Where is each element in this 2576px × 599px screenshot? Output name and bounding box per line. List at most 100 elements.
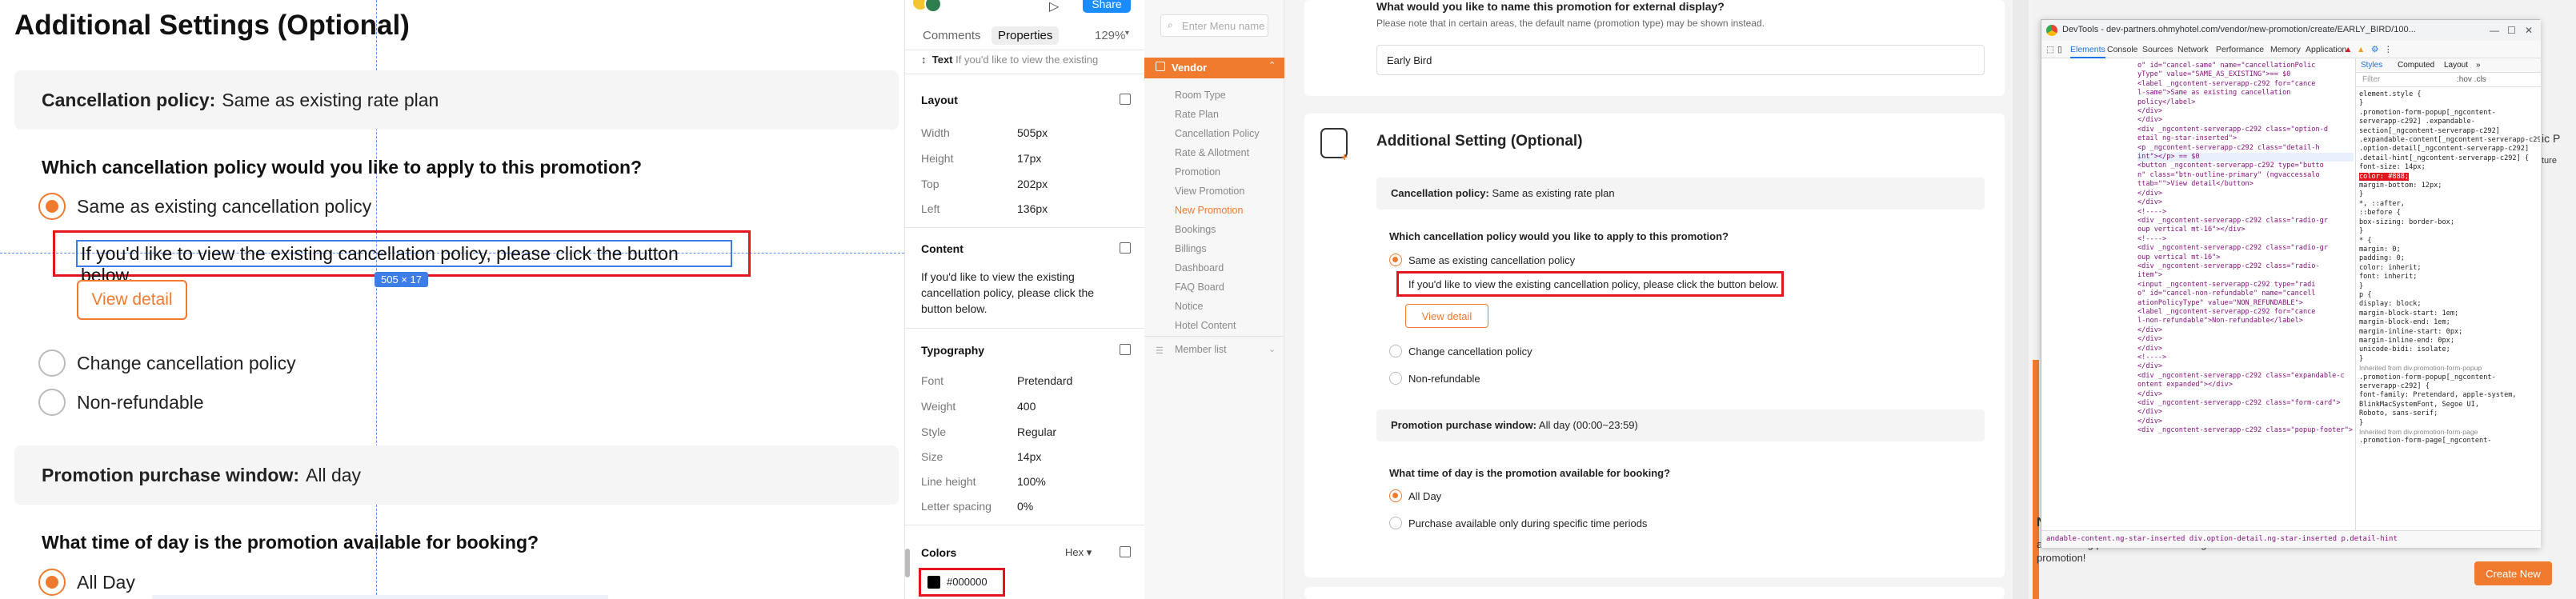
sidebar-item-vendor[interactable]: Vendor — [1144, 58, 1284, 78]
tab-computed[interactable]: Computed — [2398, 61, 2434, 70]
settings-icon[interactable]: ⚙ — [2371, 45, 2378, 54]
create-new-button[interactable]: Create New — [2474, 561, 2552, 585]
dom-line[interactable]: l-non-refundable">Non-refundable</label> — [2137, 317, 2354, 325]
dom-line[interactable]: <div _ngcontent-serverapp-c292 class="po… — [2137, 426, 2354, 435]
sidebar-item[interactable]: Rate Plan — [1175, 109, 1219, 120]
dom-line[interactable]: <p _ngcontent-serverapp-c292 class="deta… — [2137, 144, 2354, 153]
tab-sources[interactable]: Sources — [2142, 45, 2173, 54]
color-format-select[interactable]: Hex ▾ — [1065, 546, 1092, 559]
dom-line[interactable]: <div _ngcontent-serverapp-c292 class="fo… — [2137, 399, 2354, 408]
dom-line[interactable]: <!----> — [2137, 353, 2354, 362]
dom-line[interactable]: </div> — [2137, 408, 2354, 417]
sidebar-item[interactable]: Billings — [1175, 243, 1207, 254]
tab-elements[interactable]: Elements — [2070, 45, 2105, 58]
sidebar-item[interactable]: Dashboard — [1175, 262, 1224, 274]
tab-performance[interactable]: Performance — [2216, 45, 2264, 54]
tab-console[interactable]: Console — [2107, 45, 2138, 54]
maximize-icon[interactable]: ☐ — [2507, 25, 2516, 36]
design-canvas[interactable]: Additional Settings (Optional) Cancellat… — [0, 0, 904, 599]
view-detail-button[interactable]: View detail — [1405, 304, 1488, 328]
view-detail-button[interactable]: View detail — [77, 280, 187, 320]
radio-non-refundable[interactable] — [1389, 372, 1402, 385]
dom-line[interactable]: oup vertical mt-16"> — [2137, 254, 2354, 262]
radio-same-policy[interactable] — [38, 193, 66, 220]
dom-line[interactable]: </div> — [2137, 198, 2354, 207]
dom-line[interactable]: </div> — [2137, 326, 2354, 335]
layer-row[interactable]: ↕ Text If you'd like to view the existin… — [921, 54, 1098, 66]
dom-line[interactable]: <div _ngcontent-serverapp-c292 class="ra… — [2137, 244, 2354, 253]
tab-comments[interactable]: Comments — [923, 29, 981, 42]
tab-application[interactable]: Application — [2306, 45, 2346, 54]
play-icon[interactable]: ▷ — [1049, 0, 1059, 14]
dom-line[interactable]: <button _ngcontent-serverapp-c292 type="… — [2137, 162, 2354, 170]
dom-line[interactable]: <div _ngcontent-serverapp-c292 class="ra… — [2137, 217, 2354, 226]
dom-line[interactable]: policy</label> — [2137, 98, 2354, 107]
color-swatch[interactable] — [927, 576, 940, 589]
copy-icon[interactable] — [1120, 344, 1131, 355]
radio-specific-time[interactable] — [1389, 517, 1402, 529]
dom-line[interactable]: item"> — [2137, 271, 2354, 280]
scrollbar[interactable] — [2013, 0, 2029, 599]
dom-line[interactable]: ttab="">View detail</button> — [2137, 180, 2354, 189]
chevron-up-icon[interactable]: ⌃ — [1268, 60, 1276, 70]
radio-same-policy[interactable] — [1389, 254, 1402, 266]
sidebar-item-active[interactable]: New Promotion — [1175, 205, 1243, 216]
dom-line[interactable]: <label _ngcontent-serverapp-c292 for="ca… — [2137, 308, 2354, 317]
dom-line[interactable]: <!----> — [2137, 208, 2354, 217]
share-button[interactable]: Share — [1083, 0, 1131, 13]
radio-all-day[interactable] — [38, 569, 66, 596]
promotion-name-field[interactable]: Early Bird — [1376, 45, 1985, 75]
sidebar-item[interactable]: Hotel Content — [1175, 320, 1236, 331]
copy-icon[interactable] — [1120, 546, 1131, 557]
dom-line[interactable]: o" id="cancel-non-refundable" name="canc… — [2137, 290, 2354, 298]
dom-line[interactable]: </div> — [2137, 190, 2354, 198]
error-icon[interactable]: ▲ — [2344, 45, 2352, 54]
tab-styles[interactable]: Styles — [2361, 61, 2382, 70]
dom-line[interactable]: n" class="btn-outline-primary" (ngvacces… — [2137, 171, 2354, 180]
sidebar-item[interactable]: View Promotion — [1175, 186, 1244, 197]
styles-filter-input[interactable]: Filter :hov .cls — [2356, 73, 2541, 87]
dom-line[interactable]: <div _ngcontent-serverapp-c292 class="ex… — [2137, 372, 2354, 381]
search-input[interactable]: Enter Menu name — [1160, 14, 1268, 37]
chevron-down-icon[interactable]: ⌄ — [1268, 344, 1276, 354]
dom-line[interactable]: oup vertical mt-16"></div> — [2137, 226, 2354, 234]
dom-line[interactable]: </div> — [2137, 335, 2354, 344]
elements-tree[interactable]: o" id="cancel-same" name="cancellationPo… — [2041, 58, 2354, 530]
dom-line[interactable]: <div _ngcontent-serverapp-c292 class="ra… — [2137, 262, 2354, 271]
dom-line[interactable]: l-same">Same as existing cancellation — [2137, 89, 2354, 98]
styles-rules[interactable]: element.style {} .promotion-form-popup[_n… — [2359, 90, 2540, 446]
dom-line[interactable]: </div> — [2137, 362, 2354, 371]
sidebar-item[interactable]: Promotion — [1175, 166, 1220, 178]
tab-layout[interactable]: Layout — [2444, 61, 2468, 70]
sidebar-item-member[interactable]: Member list — [1175, 344, 1227, 355]
sidebar-item[interactable]: Rate & Allotment — [1175, 147, 1249, 158]
selected-text-layer[interactable]: If you'd like to view the existing cance… — [76, 240, 732, 286]
sidebar-item[interactable]: Room Type — [1175, 90, 1226, 101]
dom-line[interactable]: <label _ngcontent-serverapp-c292 for="ca… — [2137, 80, 2354, 89]
inspect-icon[interactable]: ⬚ — [2046, 45, 2054, 54]
radio-change-policy[interactable] — [38, 349, 66, 377]
dom-line[interactable]: int"></p> == $0 — [2137, 153, 2354, 162]
dom-line[interactable]: <div _ngcontent-serverapp-c292 class="op… — [2137, 126, 2354, 134]
tab-network[interactable]: Network — [2177, 45, 2209, 54]
dom-line[interactable]: etail ng-star-inserted"> — [2137, 134, 2354, 143]
hov-cls-toggle[interactable]: :hov .cls — [2457, 75, 2486, 84]
dom-line[interactable]: </div> — [2137, 345, 2354, 353]
dom-line[interactable]: </div> — [2137, 417, 2354, 426]
radio-all-day[interactable] — [1389, 489, 1402, 502]
sidebar-item[interactable]: FAQ Board — [1175, 282, 1224, 293]
radio-non-refundable[interactable] — [38, 389, 66, 416]
sidebar-item[interactable]: Cancellation Policy — [1175, 128, 1260, 139]
sidebar-item[interactable]: Notice — [1175, 301, 1203, 312]
dom-line[interactable]: o" id="cancel-same" name="cancellationPo… — [2137, 62, 2354, 70]
dom-line[interactable]: </div> — [2137, 390, 2354, 399]
warning-icon[interactable]: ▲ — [2357, 45, 2365, 54]
dom-line[interactable]: <input _ngcontent-serverapp-c292 type="r… — [2137, 281, 2354, 290]
more-icon[interactable]: ⋮ — [2384, 45, 2393, 54]
dom-line[interactable]: </div> — [2137, 116, 2354, 125]
chevron-down-icon[interactable]: ▾ — [1125, 29, 1129, 38]
minimize-icon[interactable]: — — [2490, 25, 2499, 36]
dom-line[interactable]: </div> — [2137, 107, 2354, 116]
sidebar-item[interactable]: Bookings — [1175, 224, 1216, 235]
scrollbar[interactable] — [905, 549, 910, 577]
